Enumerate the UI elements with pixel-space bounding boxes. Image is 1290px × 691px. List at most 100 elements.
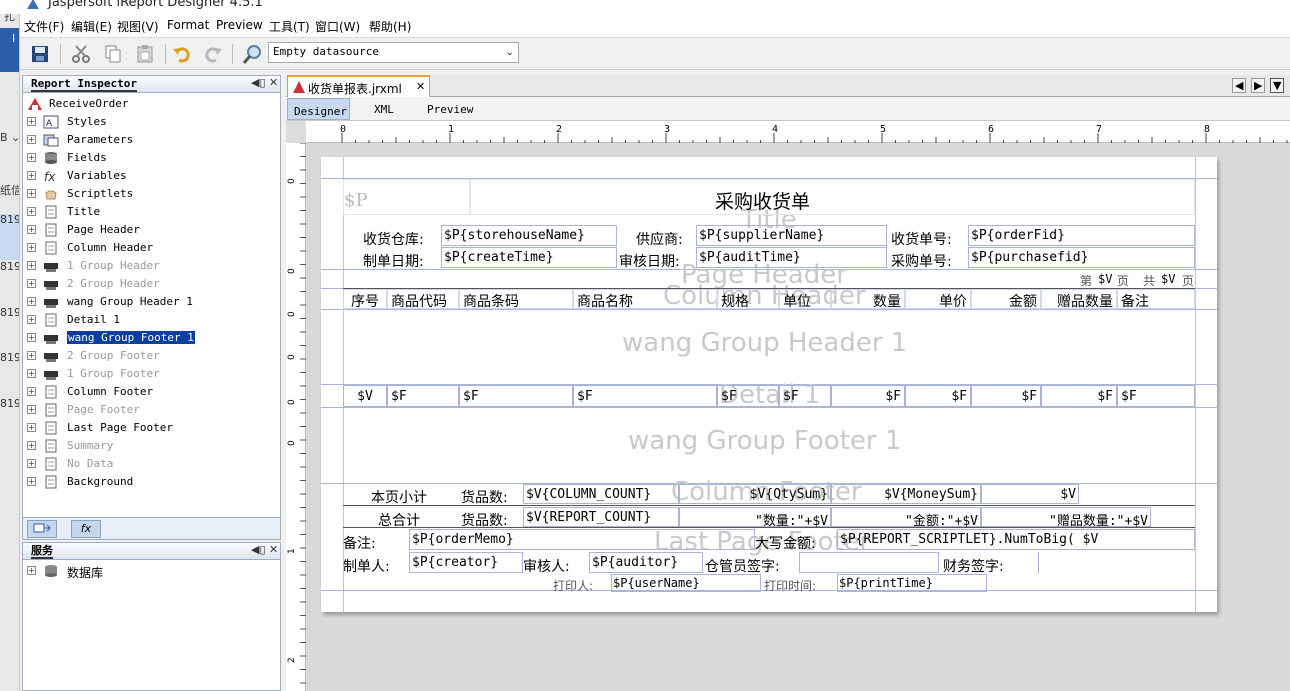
report-title-field[interactable]: 采购收货单 [470, 179, 1195, 215]
warehouse-sign-field[interactable] [799, 552, 939, 573]
expand-icon[interactable]: + [27, 315, 36, 324]
tree-item-2-group-footer[interactable]: +2 Group Footer [23, 347, 280, 365]
tree-item-variables[interactable]: + fx Variables [23, 167, 280, 185]
detail-field-cell[interactable]: $F [573, 385, 717, 407]
detail-field-cell[interactable]: $F [1117, 385, 1195, 407]
detail-field-cell[interactable]: $F [831, 385, 905, 407]
detail-field-cell[interactable]: $F [459, 385, 573, 407]
total-count-field[interactable]: $V{REPORT_COUNT} [523, 507, 679, 527]
detail-field-cell[interactable]: $V [343, 385, 387, 407]
detail-field-cell[interactable]: $F [779, 385, 831, 407]
tree-item-parameters[interactable]: + Parameters [23, 131, 280, 149]
subtotal-qty-field[interactable]: $V{QtySum} [679, 484, 831, 504]
menu-window[interactable]: 窗口(W) [315, 18, 360, 35]
column-header-cell[interactable]: 备注 [1117, 289, 1195, 310]
menu-tools[interactable]: 工具(T) [269, 18, 310, 35]
close-icon[interactable]: ✕ [269, 76, 278, 89]
expand-icon[interactable]: + [27, 387, 36, 396]
amount-in-words-field[interactable]: $P{REPORT_SCRIPTLET}.NumToBig( $V [837, 529, 1195, 550]
tree-item-page-footer[interactable]: + Page Footer [23, 401, 280, 419]
cut-button[interactable] [69, 42, 93, 66]
tree-item-2-group-header[interactable]: +2 Group Header [23, 275, 280, 293]
paste-button[interactable] [133, 42, 157, 66]
expand-icon[interactable]: + [27, 566, 36, 575]
tab-preview[interactable]: Preview [427, 103, 473, 116]
undo-button[interactable] [170, 42, 194, 66]
menu-file[interactable]: 文件(F) [24, 18, 64, 35]
page-number-field[interactable]: $V [1098, 272, 1112, 286]
copy-button[interactable] [101, 42, 125, 66]
menu-view[interactable]: 视图(V) [117, 18, 159, 35]
tree-item-summary[interactable]: + Summary [23, 437, 280, 455]
column-header-cell[interactable]: 商品代码 [387, 289, 459, 310]
expand-icon[interactable]: + [27, 351, 36, 360]
expand-icon[interactable]: + [27, 405, 36, 414]
menu-format[interactable]: Format [167, 18, 209, 32]
expand-icon[interactable]: + [27, 189, 36, 198]
tree-item-fields[interactable]: + Fields [23, 149, 280, 167]
expand-icon[interactable]: + [27, 261, 36, 270]
close-icon[interactable]: ✕ [269, 543, 278, 556]
expand-icon[interactable]: + [27, 369, 36, 378]
menu-help[interactable]: 帮助(H) [369, 18, 411, 35]
redo-button[interactable] [201, 42, 225, 66]
inspector-view-button[interactable] [27, 520, 57, 538]
detail-field-cell[interactable]: $F [387, 385, 459, 407]
services-item-database[interactable]: + 数据库 [23, 562, 280, 580]
field-audit-time[interactable]: $P{auditTime} [696, 247, 887, 268]
subtotal-count-field[interactable]: $V{COLUMN_COUNT} [523, 484, 679, 504]
expand-icon[interactable]: + [27, 297, 36, 306]
tree-item-1-group-footer[interactable]: +1 Group Footer [23, 365, 280, 383]
field-storehouse[interactable]: $P{storehouseName} [441, 225, 617, 246]
column-header-cell[interactable]: 金额 [971, 289, 1041, 310]
expand-icon[interactable]: + [27, 441, 36, 450]
expand-icon[interactable]: + [27, 459, 36, 468]
column-header-cell[interactable]: 单价 [905, 289, 971, 310]
subtotal-gift-field[interactable]: $V [981, 484, 1079, 504]
column-header-cell[interactable]: 单位 [779, 289, 831, 310]
tree-item-wang-group-header-1[interactable]: + wang Group Header 1 [23, 293, 280, 311]
tab-list-icon[interactable]: ▼ [1270, 78, 1285, 93]
subtotal-money-field[interactable]: $V{MoneySum} [831, 484, 981, 504]
auditor-field[interactable]: $P{auditor} [589, 552, 703, 573]
menu-preview[interactable]: Preview [216, 18, 263, 32]
close-icon[interactable]: ✕ [416, 80, 425, 93]
column-header-cell[interactable]: 赠品数量 [1041, 289, 1117, 310]
column-header-cell[interactable]: 序号 [343, 289, 387, 310]
tree-item-styles[interactable]: + A Styles [23, 113, 280, 131]
total-qty-field[interactable]: "数量:"+$V [679, 507, 831, 529]
scroll-tabs-right-icon[interactable]: ▶ [1251, 78, 1266, 93]
tree-item-scriptlets[interactable]: + Scriptlets [23, 185, 280, 203]
detail-field-cell[interactable]: $F [905, 385, 971, 407]
maker-field[interactable]: $P{creator} [409, 552, 523, 573]
column-header-cell[interactable]: 商品名称 [573, 289, 717, 310]
tree-item-page-header[interactable]: + Page Header [23, 221, 280, 239]
datasource-select[interactable]: Empty datasource ⌄ [268, 42, 519, 63]
expand-icon[interactable]: + [27, 333, 36, 342]
menu-edit[interactable]: 编辑(E) [71, 18, 112, 35]
save-button[interactable] [28, 42, 52, 66]
expand-icon[interactable]: + [27, 135, 36, 144]
expand-icon[interactable]: + [27, 225, 36, 234]
tab-xml[interactable]: XML [374, 103, 394, 116]
expand-icon[interactable]: + [27, 207, 36, 216]
tree-item-no-data[interactable]: + No Data [23, 455, 280, 473]
field-order-fid[interactable]: $P{orderFid} [968, 225, 1195, 246]
minimize-icon[interactable]: ◀▯ [251, 543, 266, 556]
page-total-field[interactable]: $V [1161, 272, 1175, 286]
scroll-tabs-left-icon[interactable]: ◀ [1232, 78, 1247, 93]
print-time-field[interactable]: $P{printTime} [837, 574, 987, 592]
tree-item-1-group-header[interactable]: +1 Group Header [23, 257, 280, 275]
tree-root[interactable]: ReceiveOrder [23, 95, 280, 113]
tree-item-detail-1[interactable]: + Detail 1 [23, 311, 280, 329]
expand-icon[interactable]: + [27, 477, 36, 486]
datasource-button[interactable] [240, 42, 264, 66]
report-page[interactable]: Title Page Header Column Header wang Gro… [321, 157, 1217, 612]
printer-field[interactable]: $P{userName} [611, 574, 761, 592]
field-supplier[interactable]: $P{supplierName} [696, 225, 887, 246]
tab-designer[interactable]: Designer [287, 98, 350, 120]
expand-icon[interactable]: + [27, 279, 36, 288]
field-create-time[interactable]: $P{createTime} [441, 247, 617, 268]
tree-item-column-footer[interactable]: + Column Footer [23, 383, 280, 401]
finance-sign-field[interactable] [1019, 552, 1039, 573]
